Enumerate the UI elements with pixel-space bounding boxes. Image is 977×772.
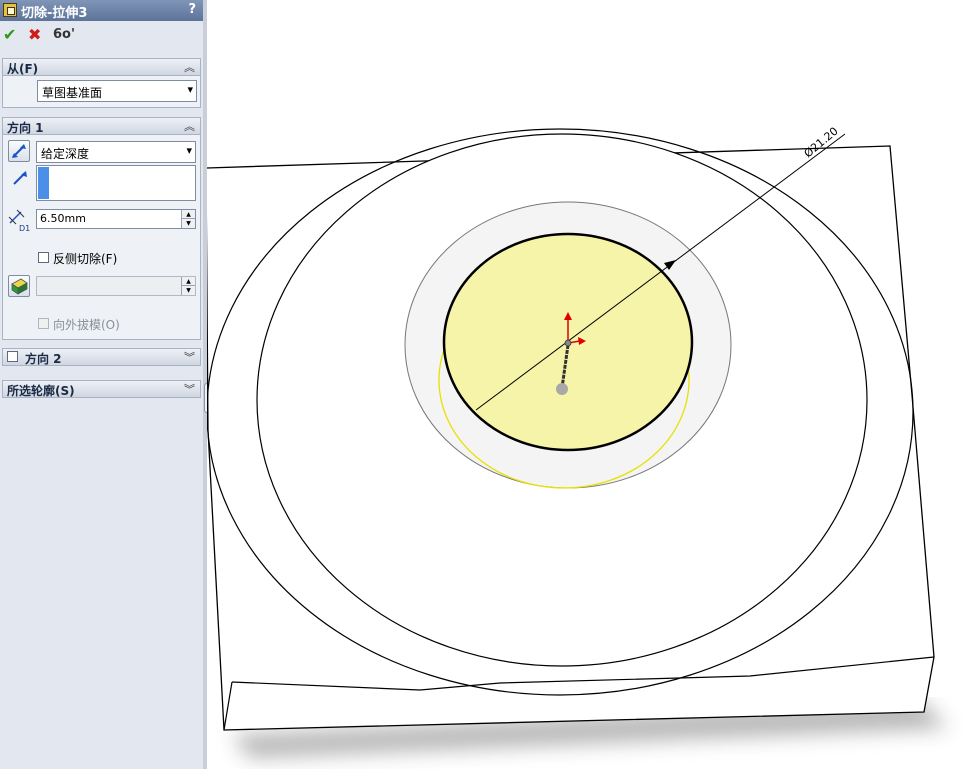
reverse-direction-icon: [12, 144, 26, 158]
drag-handle-knob[interactable]: [556, 383, 568, 395]
direction-vector-icon: [13, 171, 27, 185]
collapse-icon[interactable]: ︽: [184, 118, 195, 134]
feature-title: 切除-拉伸3: [21, 6, 88, 21]
end-condition-select[interactable]: 给定深度 ▾: [36, 141, 196, 163]
depth-spinbox[interactable]: 6.50mm ▲ ▼: [36, 209, 196, 229]
property-manager-panel: 切除-拉伸3 ? ✔ ✖ 6o' 从(F) ︽ 草图基准面 ▾ 方向 1 ︽ 给…: [0, 0, 204, 769]
cut-extrude-icon: [3, 3, 17, 17]
direction1-section-header[interactable]: 方向 1 ︽: [2, 117, 201, 135]
help-button[interactable]: ?: [188, 2, 196, 17]
ok-button[interactable]: ✔: [3, 26, 16, 44]
depth-icon-label: D1: [19, 224, 31, 233]
end-condition-value: 给定深度: [41, 147, 90, 161]
direction-reference-list[interactable]: [36, 165, 196, 201]
spin-down-icon[interactable]: ▼: [181, 218, 195, 228]
depth-value: 6.50mm: [40, 212, 86, 225]
expand-icon[interactable]: ︾: [184, 381, 195, 397]
reverse-direction-button[interactable]: [8, 140, 30, 162]
direction2-label: 方向 2: [25, 352, 62, 366]
expand-icon[interactable]: ︾: [184, 349, 195, 365]
draft-angle-spinbox[interactable]: ▲ ▼: [36, 276, 196, 296]
flip-side-label: 反侧切除(F): [53, 252, 118, 266]
start-condition-value: 草图基准面: [42, 86, 103, 100]
detailed-preview-button[interactable]: 6o': [53, 26, 75, 44]
draft-toggle-button[interactable]: [8, 275, 30, 297]
direction2-section-header[interactable]: 方向 2 ︾: [2, 348, 201, 366]
sketch-origin-icon: [564, 339, 572, 347]
collapse-icon[interactable]: ︽: [184, 59, 195, 75]
start-condition-select[interactable]: 草图基准面 ▾: [37, 80, 197, 102]
graphics-area[interactable]: Ø21.20: [205, 0, 977, 769]
feature-title-bar: 切除-拉伸3 ?: [0, 0, 203, 21]
confirm-toolbar: ✔ ✖ 6o': [0, 21, 203, 49]
draft-outward-label: 向外拔模(O): [53, 318, 120, 332]
direction2-checkbox[interactable]: [7, 351, 18, 362]
from-section-label: 从(F): [7, 62, 39, 76]
from-section-body: 草图基准面 ▾: [2, 76, 201, 108]
flip-side-checkbox[interactable]: [38, 252, 49, 263]
contours-section-header[interactable]: 所选轮廓(S) ︾: [2, 380, 201, 398]
direction1-label: 方向 1: [7, 121, 44, 135]
cancel-button[interactable]: ✖: [28, 26, 41, 44]
draft-icon: [11, 278, 28, 295]
model-view[interactable]: Ø21.20: [205, 0, 977, 769]
spin-down-icon[interactable]: ▼: [181, 285, 195, 295]
chevron-down-icon: ▾: [187, 83, 193, 96]
chevron-down-icon: ▾: [186, 144, 192, 157]
draft-outward-checkbox[interactable]: [38, 318, 49, 329]
contours-section-label: 所选轮廓(S): [7, 384, 75, 398]
list-selection-marker: [38, 167, 49, 199]
from-section-header[interactable]: 从(F) ︽: [2, 58, 201, 76]
direction1-section-body: 给定深度 ▾ D1 6.50mm ▲ ▼ 反侧切除(F) ▲ ▼ 向外拔模(O): [2, 135, 201, 340]
